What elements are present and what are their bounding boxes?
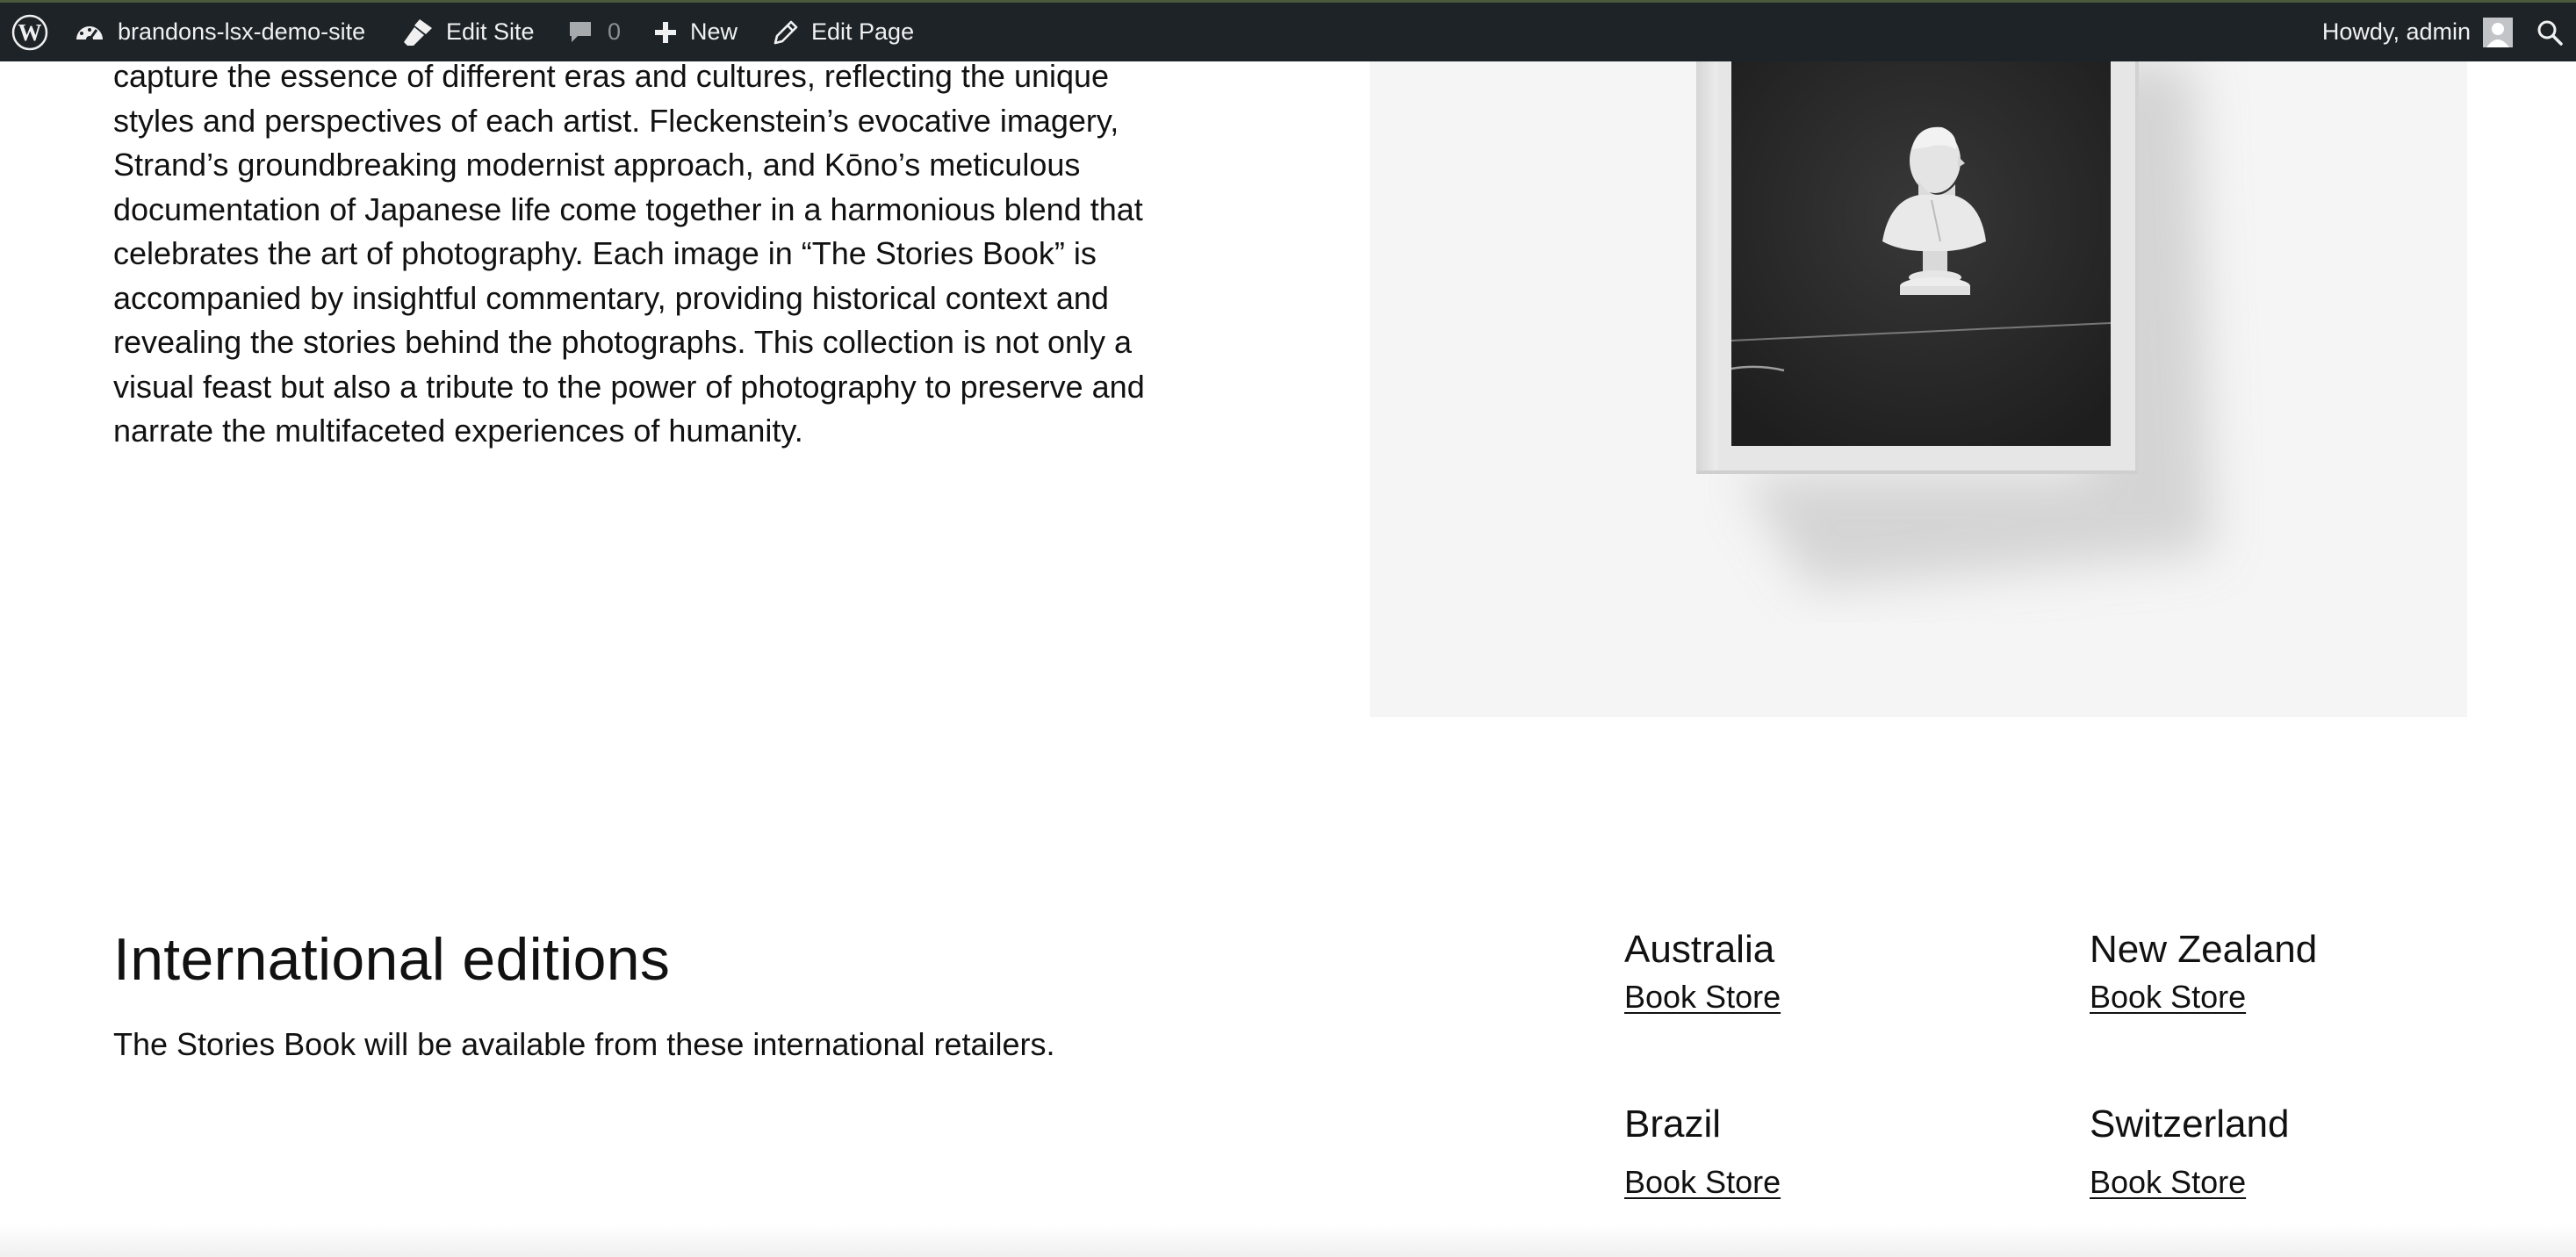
retailer-country-name: Brazil	[1624, 1103, 1722, 1146]
retailer-country-name: Australia	[1624, 928, 1775, 971]
international-editions-heading: International editions	[113, 926, 671, 993]
comments-count: 0	[608, 18, 622, 45]
edit-site-link[interactable]: Edit Site	[402, 3, 535, 61]
dashboard-icon	[76, 25, 103, 43]
avatar	[2483, 17, 2513, 47]
retailer-brazil: Brazil Book Store	[1624, 1098, 1993, 1203]
site-name-link[interactable]: brandons-lsx-demo-site	[74, 3, 365, 61]
retailer-switzerland: Switzerland Book Store	[2090, 1098, 2458, 1203]
comment-bubble-icon	[570, 21, 591, 42]
brush-icon	[404, 18, 432, 46]
bottom-fade	[0, 1225, 2576, 1257]
intro-paragraph: capture the essence of different eras an…	[113, 58, 1145, 449]
book-store-link-new-zealand[interactable]: Book Store	[2090, 976, 2246, 1018]
howdy-label: Howdy, admin	[2321, 18, 2471, 45]
edit-page-link[interactable]: Edit Page	[773, 3, 914, 61]
edit-page-label: Edit Page	[811, 18, 915, 45]
retailer-new-zealand: New Zealand Book Store	[2090, 923, 2458, 1018]
comments-link[interactable]: 0	[567, 3, 621, 61]
book-cover	[1696, 61, 2139, 474]
book-store-link-switzerland[interactable]: Book Store	[2090, 1161, 2246, 1203]
book-store-link-brazil[interactable]: Book Store	[1624, 1161, 1781, 1203]
pencil-icon	[774, 20, 798, 44]
retailer-australia: Australia Book Store	[1624, 923, 1993, 1018]
new-content-link[interactable]: New	[653, 3, 738, 61]
international-editions-description: The Stories Book will be available from …	[113, 1026, 1055, 1062]
new-label: New	[690, 18, 738, 45]
my-account-menu[interactable]: Howdy, admin	[2322, 3, 2513, 61]
admin-bar: W brandons-lsx-demo-site Edit Site 0 New	[0, 0, 2576, 61]
wordpress-logo-button[interactable]: W	[11, 3, 49, 61]
plus-icon	[655, 21, 676, 43]
svg-text:W: W	[18, 19, 42, 46]
retailer-country-name: New Zealand	[2090, 928, 2318, 971]
book-store-link-australia[interactable]: Book Store	[1624, 976, 1781, 1018]
edit-site-label: Edit Site	[446, 18, 535, 45]
retailer-country-name: Switzerland	[2090, 1103, 2290, 1146]
search-button[interactable]	[2536, 3, 2564, 61]
site-name-label: brandons-lsx-demo-site	[118, 18, 366, 45]
wordpress-logo-icon: W	[11, 14, 48, 50]
search-icon	[2537, 20, 2563, 46]
book-cover-photo	[1731, 61, 2111, 446]
